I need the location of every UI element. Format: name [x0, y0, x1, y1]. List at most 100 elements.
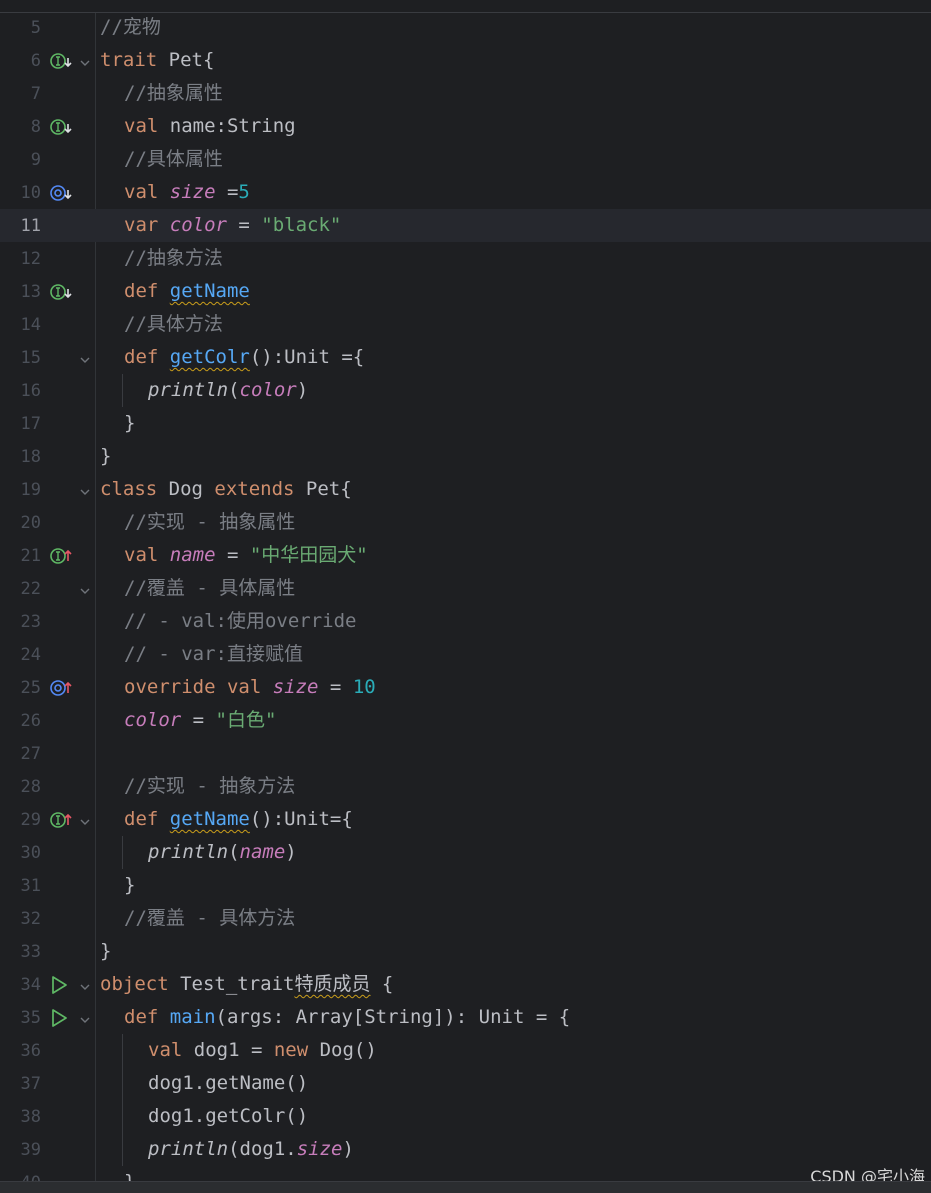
- code-line[interactable]: 9 //具体属性: [0, 143, 931, 176]
- code-line[interactable]: 29 def getName():Unit={: [0, 803, 931, 836]
- code-text[interactable]: var color = "black": [124, 212, 341, 238]
- line-number[interactable]: 24: [0, 645, 41, 665]
- code-text[interactable]: }: [124, 872, 135, 898]
- line-number[interactable]: 11: [0, 216, 41, 236]
- code-text[interactable]: //实现 - 抽象方法: [124, 773, 295, 799]
- line-number[interactable]: 33: [0, 942, 41, 962]
- code-text[interactable]: }: [124, 410, 135, 436]
- code-line[interactable]: 35 def main(args: Array[String]): Unit = …: [0, 1001, 931, 1034]
- code-text[interactable]: //覆盖 - 具体属性: [124, 575, 295, 601]
- code-text[interactable]: color = "白色": [124, 707, 276, 733]
- code-line[interactable]: 33}: [0, 935, 931, 968]
- code-text[interactable]: println(dog1.size): [148, 1136, 354, 1162]
- implemented-gutter-icon[interactable]: [49, 117, 75, 137]
- line-number[interactable]: 39: [0, 1140, 41, 1160]
- code-line[interactable]: 11 var color = "black": [0, 209, 931, 242]
- code-text[interactable]: //具体方法: [124, 311, 223, 337]
- fold-chevron-icon[interactable]: [78, 581, 92, 595]
- code-text[interactable]: //具体属性: [124, 146, 223, 172]
- line-number[interactable]: 29: [0, 810, 41, 830]
- line-number[interactable]: 37: [0, 1074, 41, 1094]
- line-number[interactable]: 28: [0, 777, 41, 797]
- code-text[interactable]: dog1.getName(): [148, 1070, 308, 1096]
- code-line[interactable]: 5 //宠物: [0, 11, 931, 44]
- code-text[interactable]: //抽象属性: [124, 80, 223, 106]
- code-text[interactable]: //实现 - 抽象属性: [124, 509, 295, 535]
- code-line[interactable]: 15 def getColr():Unit ={: [0, 341, 931, 374]
- code-line[interactable]: 21 val name = "中华田园犬": [0, 539, 931, 572]
- code-line[interactable]: 39 println(dog1.size): [0, 1133, 931, 1166]
- code-text[interactable]: def main(args: Array[String]): Unit = {: [124, 1004, 570, 1030]
- code-line[interactable]: 30 println(name): [0, 836, 931, 869]
- code-line[interactable]: 28 //实现 - 抽象方法: [0, 770, 931, 803]
- code-text[interactable]: val size =5: [124, 179, 250, 205]
- line-number[interactable]: 6: [0, 51, 41, 71]
- line-number[interactable]: 34: [0, 975, 41, 995]
- code-line[interactable]: 17}: [0, 407, 931, 440]
- line-number[interactable]: 21: [0, 546, 41, 566]
- code-line[interactable]: 24 // - var:直接赋值: [0, 638, 931, 671]
- code-line[interactable]: 14 //具体方法: [0, 308, 931, 341]
- fold-chevron-icon[interactable]: [78, 482, 92, 496]
- code-text[interactable]: def getName: [124, 278, 250, 304]
- code-text[interactable]: class Dog extends Pet{: [100, 476, 352, 502]
- line-number[interactable]: 5: [0, 18, 41, 38]
- code-line[interactable]: 19 class Dog extends Pet{: [0, 473, 931, 506]
- line-number[interactable]: 27: [0, 744, 41, 764]
- code-text[interactable]: def getColr():Unit ={: [124, 344, 364, 370]
- code-line[interactable]: 38 dog1.getColr(): [0, 1100, 931, 1133]
- run-gutter-icon[interactable]: [49, 975, 75, 995]
- code-text[interactable]: def getName():Unit={: [124, 806, 353, 832]
- code-text[interactable]: //抽象方法: [124, 245, 223, 271]
- line-number[interactable]: 19: [0, 480, 41, 500]
- fold-chevron-icon[interactable]: [78, 812, 92, 826]
- code-text[interactable]: //宠物: [100, 14, 161, 40]
- line-number[interactable]: 18: [0, 447, 41, 467]
- code-text[interactable]: // - var:直接赋值: [124, 641, 303, 667]
- implements-gutter-icon[interactable]: [49, 810, 75, 830]
- code-text[interactable]: }: [100, 443, 111, 469]
- fold-chevron-icon[interactable]: [78, 350, 92, 364]
- code-text[interactable]: object Test_trait特质成员 {: [100, 971, 393, 997]
- line-number[interactable]: 20: [0, 513, 41, 533]
- overrides-gutter-icon[interactable]: [49, 678, 75, 698]
- code-text[interactable]: // - val:使用override: [124, 608, 356, 634]
- line-number[interactable]: 38: [0, 1107, 41, 1127]
- code-line[interactable]: 20 //实现 - 抽象属性: [0, 506, 931, 539]
- fold-chevron-icon[interactable]: [78, 1010, 92, 1024]
- code-line[interactable]: 16 println(color): [0, 374, 931, 407]
- code-line[interactable]: 32 //覆盖 - 具体方法: [0, 902, 931, 935]
- code-line[interactable]: 6 trait Pet{: [0, 44, 931, 77]
- code-text[interactable]: //覆盖 - 具体方法: [124, 905, 295, 931]
- line-number[interactable]: 26: [0, 711, 41, 731]
- line-number[interactable]: 22: [0, 579, 41, 599]
- line-number[interactable]: 36: [0, 1041, 41, 1061]
- line-number[interactable]: 31: [0, 876, 41, 896]
- implemented-gutter-icon[interactable]: [49, 51, 75, 71]
- code-line[interactable]: 36 val dog1 = new Dog(): [0, 1034, 931, 1067]
- code-line[interactable]: 10 val size =5: [0, 176, 931, 209]
- code-line[interactable]: 31}: [0, 869, 931, 902]
- code-text[interactable]: }: [100, 938, 111, 964]
- code-text[interactable]: val name = "中华田园犬": [124, 542, 368, 568]
- code-text[interactable]: override val size = 10: [124, 674, 376, 700]
- line-number[interactable]: 17: [0, 414, 41, 434]
- line-number[interactable]: 25: [0, 678, 41, 698]
- code-line[interactable]: 23 // - val:使用override: [0, 605, 931, 638]
- code-line[interactable]: 26 color = "白色": [0, 704, 931, 737]
- line-number[interactable]: 16: [0, 381, 41, 401]
- line-number[interactable]: 13: [0, 282, 41, 302]
- code-text[interactable]: val name:String: [124, 113, 296, 139]
- code-text[interactable]: dog1.getColr(): [148, 1103, 308, 1129]
- line-number[interactable]: 12: [0, 249, 41, 269]
- line-number[interactable]: 8: [0, 117, 41, 137]
- code-line[interactable]: 37 dog1.getName(): [0, 1067, 931, 1100]
- line-number[interactable]: 30: [0, 843, 41, 863]
- code-line[interactable]: 18}: [0, 440, 931, 473]
- code-line[interactable]: 34 object Test_trait特质成员 {: [0, 968, 931, 1001]
- code-line[interactable]: 13 def getName: [0, 275, 931, 308]
- line-number[interactable]: 32: [0, 909, 41, 929]
- line-number[interactable]: 23: [0, 612, 41, 632]
- line-number[interactable]: 14: [0, 315, 41, 335]
- line-number[interactable]: 9: [0, 150, 41, 170]
